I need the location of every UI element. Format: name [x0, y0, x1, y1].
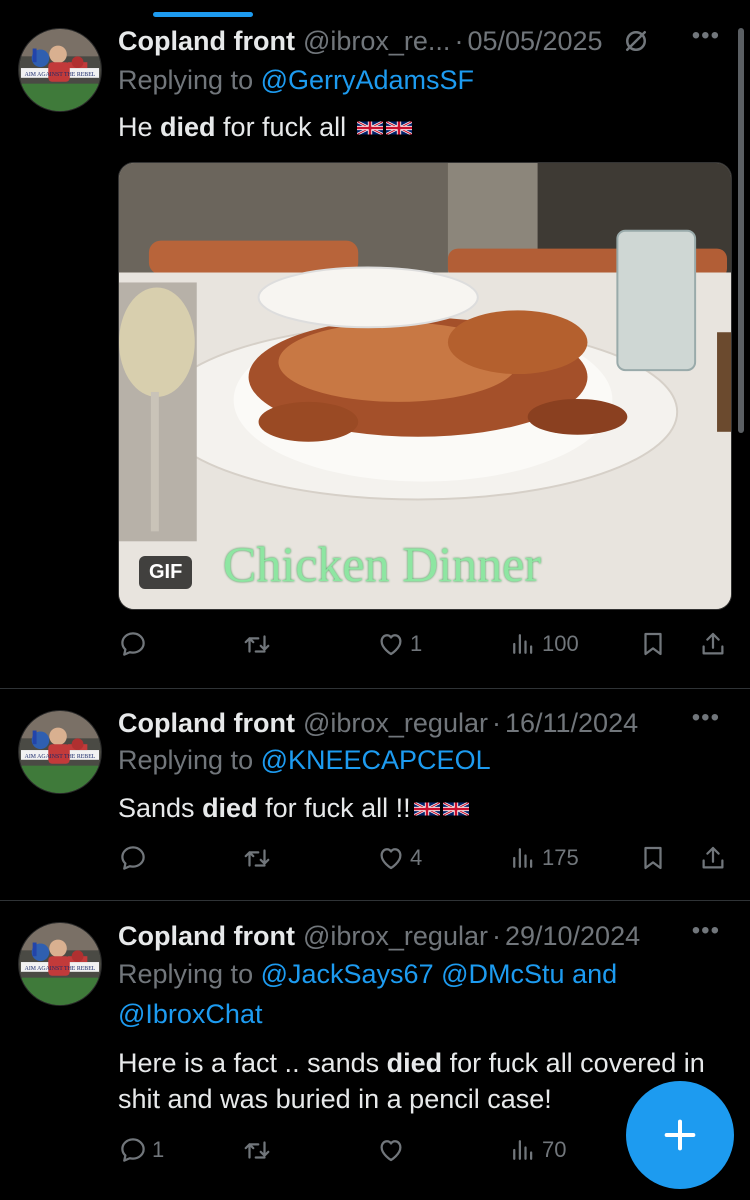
like-icon [376, 1135, 406, 1165]
more-icon[interactable]: ••• [692, 706, 720, 730]
retweet-icon [242, 843, 272, 873]
views-count: 100 [542, 631, 579, 656]
bookmark-icon [638, 629, 668, 659]
avatar[interactable]: AIM AGAINST THE REBEL [18, 28, 102, 112]
views-button[interactable]: 70 [508, 1132, 566, 1168]
tweet-1[interactable]: AIM AGAINST THE REBEL Copland front @ibr… [0, 0, 750, 688]
compose-button[interactable] [626, 1081, 734, 1189]
text-segment: for fuck all [215, 112, 354, 142]
text-bold-segment: died [386, 1048, 443, 1078]
tweet-header: Copland front @ibrox_re... · 05/05/2025 … [118, 24, 720, 58]
compose-plus-icon [664, 1119, 696, 1151]
reply-icon [118, 1135, 148, 1165]
bookmark-button[interactable] [638, 626, 668, 662]
author-handle[interactable]: @ibrox_regular [303, 921, 488, 952]
text-bold-segment: died [160, 112, 216, 142]
author-name[interactable]: Copland front [118, 708, 295, 739]
separator-dot: · [491, 707, 501, 738]
views-count: 175 [542, 845, 579, 870]
gif-badge: GIF [139, 556, 193, 589]
text-segment: He [118, 112, 161, 142]
tweet-2[interactable]: AIM AGAINST THE REBEL Copland front @ibr… [0, 689, 750, 899]
avatar-banner-text: AIM AGAINST THE REBEL [25, 72, 96, 78]
retweet-icon [242, 629, 272, 659]
tweet-header: Copland front @ibrox_regular · 29/10/202… [118, 919, 720, 953]
like-button[interactable] [376, 1132, 410, 1168]
tweet-date[interactable]: 16/11/2024 [505, 708, 638, 739]
separator-dot: · [491, 920, 501, 951]
mention-link[interactable]: @JackSays67 [261, 959, 434, 989]
text-segment: for fuck all !! [257, 793, 411, 823]
avatar[interactable]: AIM AGAINST THE REBEL [18, 922, 102, 1006]
avatar-banner-text: AIM AGAINST THE REBEL [25, 966, 96, 972]
bookmark-button[interactable] [638, 840, 668, 876]
separator-dot: · [454, 25, 464, 56]
retweet-button[interactable] [242, 840, 276, 876]
gif-caption: Chicken Dinner [223, 536, 541, 592]
share-icon [698, 629, 728, 659]
avatar[interactable]: AIM AGAINST THE REBEL [18, 710, 102, 794]
reply-button[interactable] [118, 840, 152, 876]
mention-joiner[interactable]: and [572, 959, 617, 989]
text-segment: Sands [118, 793, 203, 823]
author-handle[interactable]: @ibrox_regular [303, 708, 488, 739]
uk-flag-icon [386, 119, 412, 137]
like-count: 1 [410, 631, 423, 656]
share-icon [698, 843, 728, 873]
like-icon [376, 629, 406, 659]
author-name[interactable]: Copland front [118, 26, 295, 57]
views-button[interactable]: 100 [508, 626, 579, 662]
views-icon [508, 1135, 538, 1165]
tweet-date[interactable]: 05/05/2025 [467, 26, 602, 57]
mention-link[interactable]: @IbroxChat [118, 999, 262, 1029]
like-button[interactable]: 4 [376, 840, 422, 876]
replying-to: Replying to @GerryAdamsSF [118, 60, 474, 100]
like-count: 4 [410, 845, 423, 870]
replying-prefix: Replying to [118, 959, 254, 989]
text-segment: Here is a fact .. sands [118, 1048, 387, 1078]
bookmark-icon [638, 843, 668, 873]
tweet-text: Sands died for fuck all !! [118, 790, 710, 826]
reply-icon [118, 629, 148, 659]
tweet-actions: 1 100 [118, 626, 728, 662]
replying-to: Replying to @KNEECAPCEOL [118, 740, 491, 780]
replying-to: Replying to @JackSays67 @DMcStu and @Ibr… [118, 954, 690, 1034]
retweet-button[interactable] [242, 1132, 276, 1168]
more-icon[interactable]: ••• [692, 24, 720, 48]
tweet-header: Copland front @ibrox_regular · 16/11/202… [118, 706, 720, 740]
views-icon [508, 843, 538, 873]
reply-button[interactable]: 1 [118, 1132, 164, 1168]
views-button[interactable]: 175 [508, 840, 579, 876]
uk-flag-icon [443, 800, 469, 818]
more-icon[interactable]: ••• [692, 919, 720, 943]
uk-flag-icon [414, 800, 440, 818]
reply-icon [118, 843, 148, 873]
mention-link[interactable]: @KNEECAPCEOL [261, 745, 491, 775]
avatar-banner-text: AIM AGAINST THE REBEL [25, 754, 96, 760]
tweet-actions: 4 175 [118, 840, 728, 876]
author-handle[interactable]: @ibrox_re... [303, 26, 450, 57]
tweet-text: Here is a fact .. sands died for fuck al… [118, 1045, 710, 1117]
like-button[interactable]: 1 [376, 626, 422, 662]
retweet-button[interactable] [242, 626, 276, 662]
views-count: 70 [542, 1137, 567, 1162]
uk-flag-icon [357, 119, 383, 137]
gif-media[interactable]: GIF Chicken Dinner [118, 162, 732, 610]
replying-prefix: Replying to [118, 745, 254, 775]
reply-count: 1 [152, 1137, 165, 1162]
like-icon [376, 843, 406, 873]
tweet-date[interactable]: 29/10/2024 [505, 921, 640, 952]
share-button[interactable] [698, 626, 728, 662]
text-bold-segment: died [202, 793, 258, 823]
replying-prefix: Replying to [118, 65, 254, 95]
mention-link[interactable]: @DMcStu [441, 959, 564, 989]
reply-button[interactable] [118, 626, 152, 662]
share-button[interactable] [698, 840, 728, 876]
grok-icon[interactable] [621, 26, 651, 56]
tweet-text: He died for fuck all [118, 109, 710, 145]
mention-link[interactable]: @GerryAdamsSF [261, 65, 474, 95]
author-name[interactable]: Copland front [118, 921, 295, 952]
views-icon [508, 629, 538, 659]
retweet-icon [242, 1135, 272, 1165]
